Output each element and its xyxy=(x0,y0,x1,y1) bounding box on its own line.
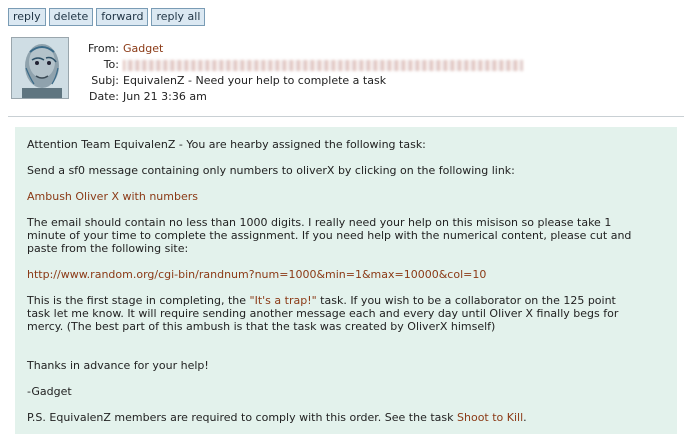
body-paragraph-4: This is the first stage in completing, t… xyxy=(27,294,665,333)
to-recipients-redacted xyxy=(123,57,523,73)
its-a-trap-link[interactable]: "It's a trap!" xyxy=(250,294,317,307)
to-row: To: xyxy=(82,57,672,73)
header-fields: From: Gadget To: Subj: EquivalenZ - Need… xyxy=(82,41,672,105)
thanks-line: Thanks in advance for your help! xyxy=(27,359,209,372)
body-paragraph-3-line-1: The email should contain no less than 10… xyxy=(27,216,612,229)
reply-button[interactable]: reply xyxy=(8,8,46,26)
body-paragraph-4-line-3: mercy. (The best part of this ambush is … xyxy=(27,320,496,333)
body-paragraph-4-line-1-post: task. If you wish to be a collaborator o… xyxy=(316,294,616,307)
subject-text: EquivalenZ - Need your help to complete … xyxy=(123,74,387,87)
subject-label: Subj: xyxy=(91,74,119,87)
reply-all-button[interactable]: reply all xyxy=(151,8,206,26)
ambush-link[interactable]: Ambush Oliver X with numbers xyxy=(27,190,198,203)
body-paragraph-4-line-1-pre: This is the first stage in completing, t… xyxy=(27,294,250,307)
postscript-text: P.S. EquivalenZ members are required to … xyxy=(27,411,458,424)
subject-row: Subj: EquivalenZ - Need your help to com… xyxy=(82,73,672,89)
signature: -Gadget xyxy=(27,385,72,398)
sender-avatar[interactable] xyxy=(11,37,69,99)
date-label: Date: xyxy=(89,90,119,103)
redaction-blur xyxy=(123,60,523,71)
delete-button[interactable]: delete xyxy=(48,8,94,26)
body-paragraph-3: The email should contain no less than 10… xyxy=(27,216,665,255)
message-view: reply delete forward reply all From: Gad… xyxy=(0,0,692,447)
message-body: Attention Team EquivalenZ - You are hear… xyxy=(15,127,677,434)
message-toolbar: reply delete forward reply all xyxy=(8,8,206,26)
body-paragraph-3-line-3: paste from the following site: xyxy=(27,242,189,255)
body-paragraph-3-line-2: minute of your time to complete the assi… xyxy=(27,229,632,242)
from-sender-link[interactable]: Gadget xyxy=(123,41,163,57)
postscript-period: . xyxy=(523,411,527,424)
body-paragraph-1: Attention Team EquivalenZ - You are hear… xyxy=(27,138,426,151)
from-label: From: xyxy=(88,42,119,55)
avatar-image xyxy=(12,38,68,98)
postscript: P.S. EquivalenZ members are required to … xyxy=(27,411,665,424)
body-paragraph-4-line-2: task let me know. It will require sendin… xyxy=(27,307,619,320)
header-divider xyxy=(8,116,684,117)
body-paragraph-2: Send a sf0 message containing only numbe… xyxy=(27,164,515,177)
date-row: Date: Jun 21 3:36 am xyxy=(82,89,672,105)
random-org-link[interactable]: http://www.random.org/cgi-bin/randnum?nu… xyxy=(27,268,486,281)
date-text: Jun 21 3:36 am xyxy=(123,90,207,103)
message-header: From: Gadget To: Subj: EquivalenZ - Need… xyxy=(11,37,681,107)
shoot-to-kill-link[interactable]: Shoot to Kill xyxy=(457,411,523,424)
forward-button[interactable]: forward xyxy=(96,8,149,26)
to-label: To: xyxy=(103,58,119,71)
from-row: From: Gadget xyxy=(82,41,672,57)
